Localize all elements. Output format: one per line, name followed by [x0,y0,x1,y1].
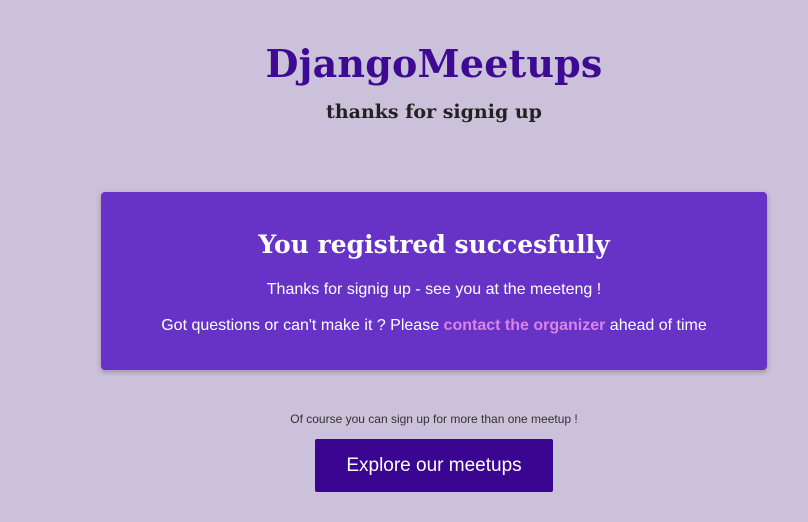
contact-message-suffix: ahead of time [605,317,707,334]
success-heading: You registred succesfully [258,230,610,259]
brand-title: DjangoMeetups [265,41,603,87]
contact-message: Got questions or can't make it ? Please … [101,316,767,336]
page-subtitle: thanks for signig up [326,100,542,123]
explore-meetups-button[interactable]: Explore our meetups [315,439,553,492]
contact-message-prefix: Got questions or can't make it ? Please [161,317,444,334]
contact-organizer-link[interactable]: contact the organizer [444,317,606,334]
success-card: You registred succesfully Thanks for sig… [101,192,767,370]
signup-note: Of course you can sign up for more than … [290,412,578,426]
thanks-message: Thanks for signig up - see you at the me… [266,281,602,298]
